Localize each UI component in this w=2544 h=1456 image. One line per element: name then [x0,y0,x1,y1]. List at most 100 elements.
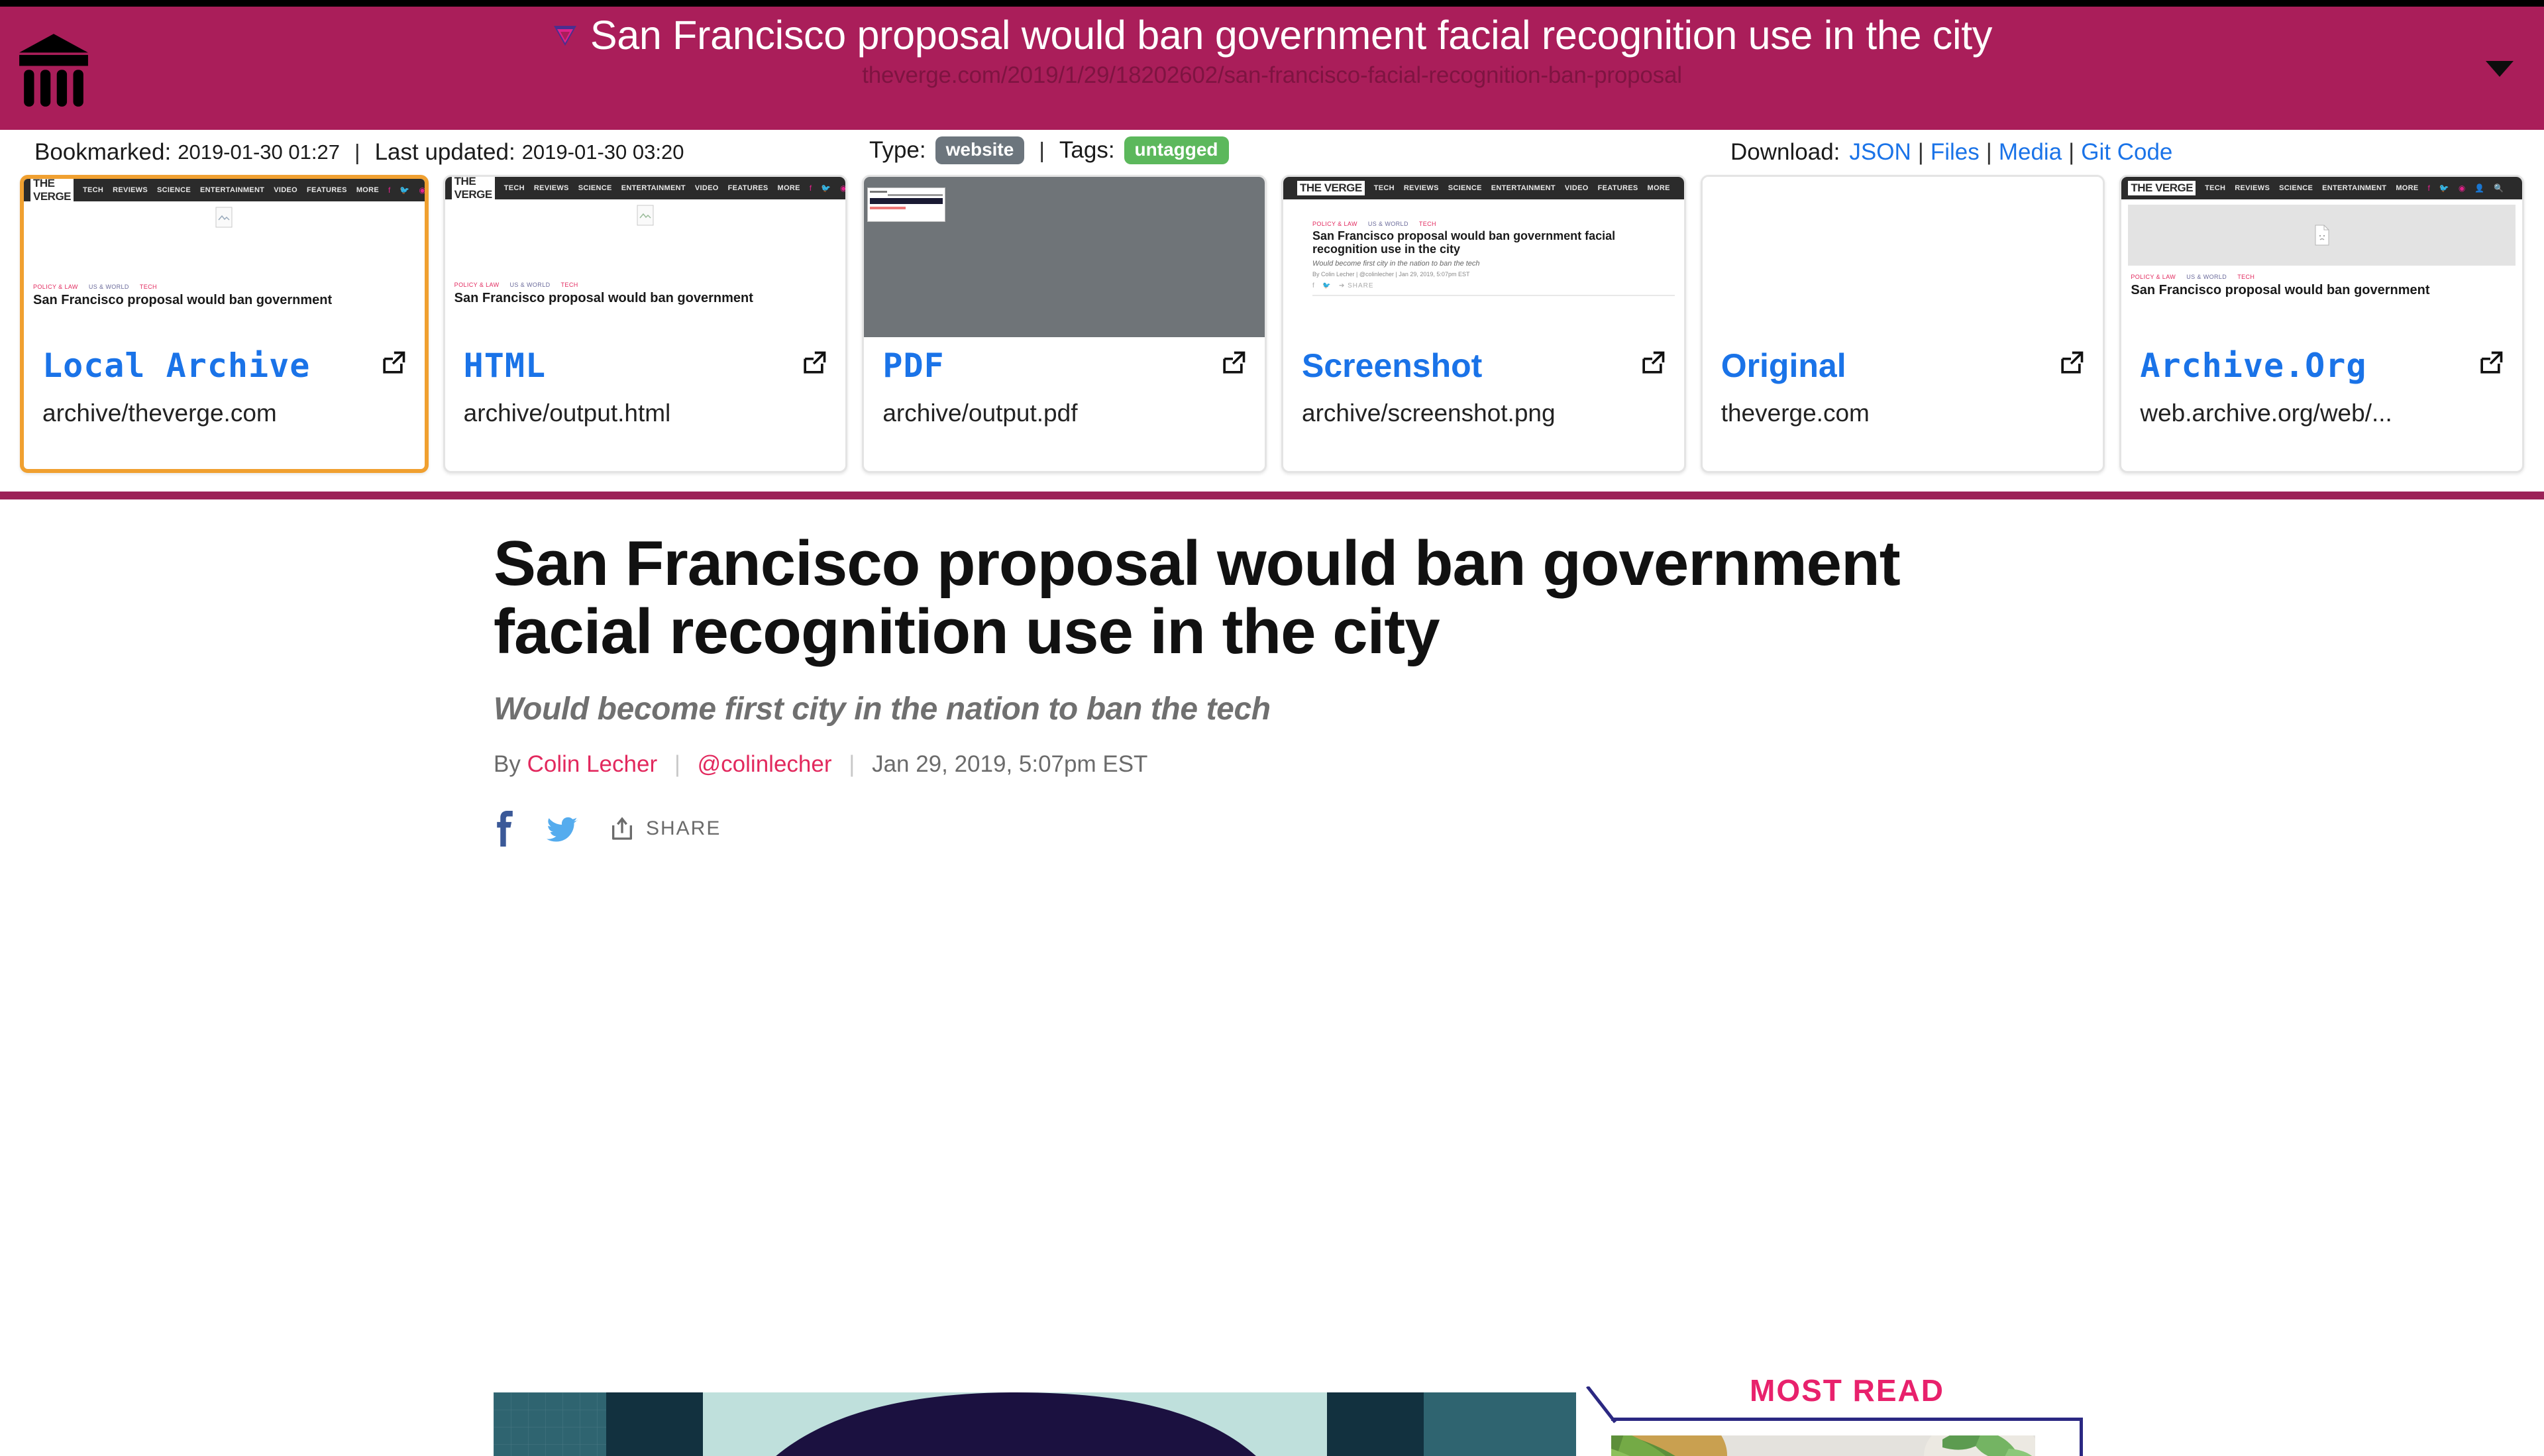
mini-nav-features: FEATURES [727,184,768,192]
mini-nav-tech: TECH [1373,184,1395,192]
mini-nav-ent: ENTERTAINMENT [621,184,686,192]
card-sub-screenshot: archive/screenshot.png [1302,399,1556,427]
card-body-original: Original theverge.com [1703,337,2103,471]
mini-verge-logo: THE VERGE [451,177,495,202]
mini-nav-tech: TECH [2205,184,2226,192]
mini-share-label: SHARE [1348,282,1374,289]
card-body-archive-org: Archive.Org web.archive.org/web/... [2121,337,2522,471]
twitter-icon[interactable] [547,811,578,847]
card-sub-html: archive/output.html [463,399,671,427]
card-title-local-archive[interactable]: Local Archive [42,346,406,385]
rss-icon: ◉ [840,183,845,193]
type-badge[interactable]: website [935,136,1025,164]
mini-kicker-tech: TECH [560,282,578,288]
mini-nav-features: FEATURES [1597,184,1638,192]
mini-verge-logo: THE VERGE [30,179,74,204]
mini-nav-tech: TECH [83,186,104,194]
card-body-local-archive: Local Archive archive/theverge.com [24,337,425,469]
mini-kicker-world: US & WORLD [1367,221,1408,227]
twitter-icon: 🐦 [2439,183,2449,193]
card-archive-org[interactable]: THE VERGE TECH REVIEWS SCIENCE ENTERTAIN… [2119,175,2525,473]
card-preview-screenshot: THE VERGE TECH REVIEWS SCIENCE ENTERTAIN… [1283,177,1684,337]
mini-verge-logo: THE VERGE [2128,181,2196,195]
mini-nav-science: SCIENCE [157,186,191,194]
mini-nav-ent: ENTERTAINMENT [200,186,265,194]
card-title-original[interactable]: Original [1721,346,2085,385]
card-title-pdf[interactable]: PDF [882,346,1246,385]
external-link-icon[interactable] [799,349,828,378]
article-dek: Would become first city in the nation to… [494,692,1271,727]
iphone-on-table-image [1611,1435,2035,1456]
card-preview-pdf [864,177,1265,337]
header-center: San Francisco proposal would ban governm… [0,12,2544,89]
broken-document-icon [2315,225,2329,246]
mini-nav-more: MORE [356,186,380,194]
mini-kicker-tech: TECH [139,284,157,290]
mini-dek: Would become first city in the nation to… [1312,259,1480,268]
card-preview-archive-org: THE VERGE TECH REVIEWS SCIENCE ENTERTAIN… [2121,177,2523,337]
chevron-down-icon[interactable] [2486,61,2514,77]
broken-image-icon [215,207,233,228]
external-link-icon[interactable] [2476,349,2505,378]
card-title-html[interactable]: HTML [464,346,827,385]
rss-icon: ◉ [2458,183,2466,193]
download-group: Download: JSON | Files | Media | Git Cod… [1730,139,2172,166]
mini-kicker-tech: TECH [2237,274,2255,280]
tags-badge[interactable]: untagged [1124,136,1229,164]
card-screenshot[interactable]: THE VERGE TECH REVIEWS SCIENCE ENTERTAIN… [1281,175,1686,473]
download-label: Download: [1730,139,1840,165]
most-read-heading: MOST READ [1750,1373,1944,1408]
card-original[interactable]: Original theverge.com [1700,175,2105,473]
updated-value: 2019-01-30 03:20 [521,140,684,164]
card-sub-local-archive: archive/theverge.com [42,399,277,427]
bookmarked-value: 2019-01-30 01:27 [178,140,340,164]
mini-byline: By Colin Lecher | @colinlecher | Jan 29,… [1312,270,1470,278]
mini-kicker-world: US & WORLD [88,284,129,290]
external-link-icon[interactable] [378,349,407,378]
mini-headline-full: San Francisco proposal would ban governm… [1312,230,1616,256]
article-byline: By Colin Lecher | @colinlecher | Jan 29,… [494,751,2544,778]
bookmarked-label: Bookmarked: [34,139,172,165]
pdf-page-thumb [867,187,946,222]
twitter-icon: 🐦 [821,183,831,193]
facial-recognition-illustration [494,1392,1576,1456]
card-pdf[interactable]: PDF archive/output.pdf [862,175,1267,473]
card-sub-archive-org: web.archive.org/web/... [2140,399,2392,427]
mini-nav-reviews: REVIEWS [1403,184,1439,192]
article-preview-pane: San Francisco proposal would ban governm… [0,499,2544,1456]
download-link-files[interactable]: Files [1931,139,1980,166]
twitter-icon: 🐦 [399,185,410,195]
external-link-icon[interactable] [1218,349,1247,378]
facebook-icon[interactable] [494,811,516,847]
timestamps-group: Bookmarked: 2019-01-30 01:27 | Last upda… [34,139,684,166]
mini-kicker-policy: POLICY & LAW [454,282,500,288]
meta-separator-2: | [1039,138,1045,162]
external-link-icon[interactable] [2056,349,2086,378]
share-icon: ➔ [1338,282,1346,289]
archive-institution-icon[interactable] [15,29,93,107]
search-icon: 🔍 [2494,183,2504,193]
card-html[interactable]: THE VERGE TECH REVIEWS SCIENCE ENTERTAIN… [443,175,848,473]
mini-verge-logo: THE VERGE [1297,181,1365,195]
download-link-media[interactable]: Media [1999,139,2062,166]
article-title: San Francisco proposal would ban governm… [494,528,1901,667]
mini-headline: San Francisco proposal would ban governm… [2131,283,2430,297]
dl-separator-3: | [2068,139,2075,165]
mini-nav-video: VIDEO [694,184,719,192]
external-link-icon[interactable] [1638,349,1667,378]
mini-divider [1312,294,1675,296]
byline-handle[interactable]: @colinlecher [698,751,832,777]
most-read-frame: Serious FaceTime bug allows you to liste… [1586,1386,2083,1456]
download-link-gitcode[interactable]: Git Code [2081,139,2172,166]
mini-kicker-world: US & WORLD [2186,274,2227,280]
card-local-archive[interactable]: THE VERGE TECH REVIEWS SCIENCE ENTERTAIN… [20,175,429,473]
article-hero-image [494,1392,1576,1456]
byline-author[interactable]: Colin Lecher [527,751,658,777]
download-link-json[interactable]: JSON [1849,139,1911,166]
card-title-screenshot[interactable]: Screenshot [1302,346,1666,385]
most-read-item-1[interactable]: Serious FaceTime bug allows you to liste… [1611,1435,2060,1456]
facebook-icon: f [388,185,391,195]
card-title-archive-org[interactable]: Archive.Org [2140,346,2504,385]
share-button[interactable]: SHARE [609,815,721,843]
mini-nav-reviews: REVIEWS [533,184,569,192]
